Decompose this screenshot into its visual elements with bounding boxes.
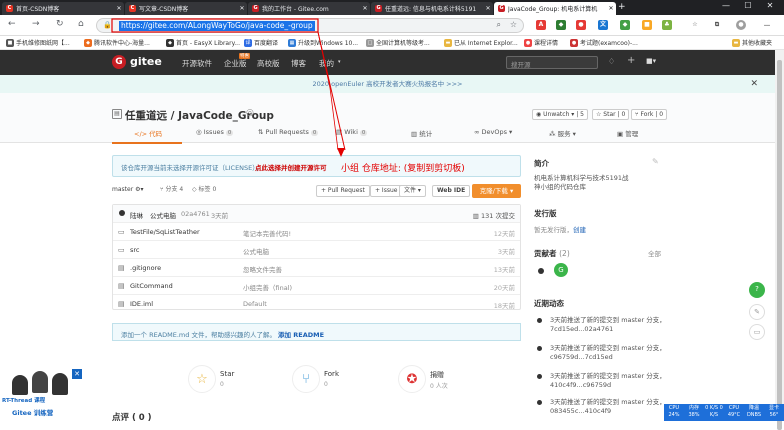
person-avatar <box>12 375 28 395</box>
person-avatar <box>32 371 48 393</box>
promo-line2: Gitee 训练营 <box>12 409 54 417</box>
person-avatar <box>52 373 68 395</box>
cooling: 降温 DNBS <box>746 405 762 418</box>
annotation-arrow <box>317 31 339 151</box>
cpu-temp: CPU 49°C <box>727 405 741 418</box>
memory-usage: 内存 38% <box>688 405 700 418</box>
network-speed: 0 K/S 0 K/S <box>705 405 723 418</box>
annotation-overlay <box>111 18 346 157</box>
url-highlight-box <box>111 18 319 33</box>
arrow-head-icon <box>337 148 345 157</box>
close-icon[interactable]: ✕ <box>72 369 82 379</box>
promo-line1: RT-Thread 课程 <box>2 398 46 404</box>
cpu-usage: CPU 24% <box>668 405 680 418</box>
gpu-temp: 显卡 56° <box>768 405 779 418</box>
system-monitor-widget: CPU 24% 内存 38% 0 K/S 0 K/S CPU 49°C 降温 D… <box>664 404 784 421</box>
promo-widget[interactable]: ✕ RT-Thread 课程 Gitee 训练营 <box>2 369 84 421</box>
